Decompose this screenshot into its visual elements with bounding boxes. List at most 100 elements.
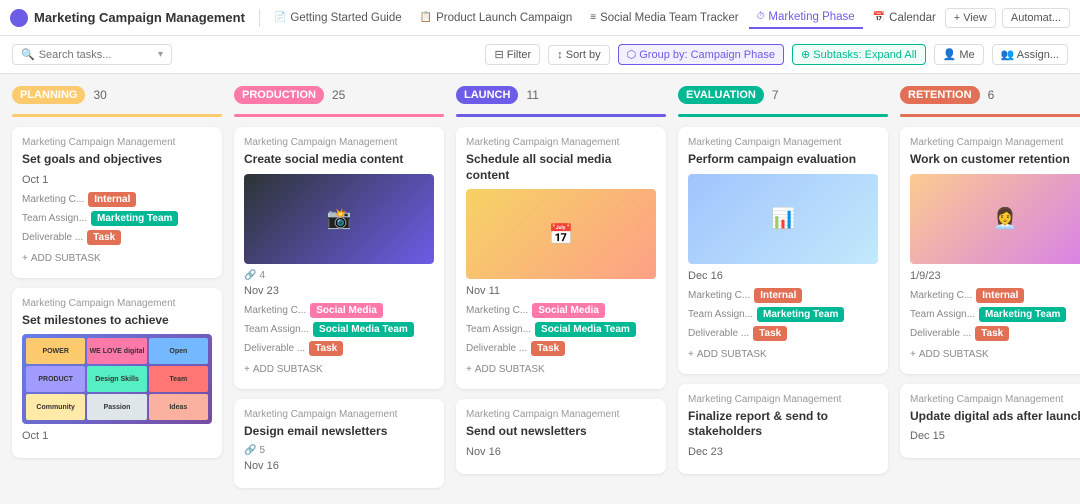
sort-button[interactable]: ↕ Sort by: [548, 45, 609, 65]
card-send-newsletters[interactable]: Marketing Campaign ManagementSend out ne…: [456, 399, 666, 474]
tab-icon-getting-started: 📄: [274, 12, 286, 23]
card-image-perform-eval: 📊: [688, 174, 878, 264]
card-date-send-newsletters: Nov 16: [466, 446, 656, 458]
tab-icon-marketing-phase: ⏱: [757, 11, 765, 22]
card-title-create-social: Create social media content: [244, 152, 434, 168]
tab-getting-started[interactable]: 📄Getting Started Guide: [266, 8, 410, 28]
col-count-production: 25: [332, 88, 345, 102]
col-count-planning: 30: [93, 88, 106, 102]
card-perform-eval[interactable]: Marketing Campaign ManagementPerform cam…: [678, 127, 888, 374]
card-label-mc: Marketing C...: [466, 305, 528, 316]
automations-button[interactable]: Automat...: [1002, 8, 1070, 28]
add-subtask-work-retention[interactable]: + ADD SUBTASK: [910, 345, 1080, 364]
card-tags-row2-set-goals: Team Assign... Marketing Team: [22, 211, 212, 226]
card-label-ta: Team Assign...: [244, 324, 309, 335]
top-bar-right: + View Automat...: [945, 8, 1070, 28]
plus-icon: +: [244, 364, 250, 375]
col-badge-launch: LAUNCH: [456, 86, 518, 104]
search-icon: 🔍: [21, 48, 35, 61]
card-tags-row1-schedule-all: Marketing C...Social Media: [466, 303, 656, 318]
group-by-button[interactable]: ⬡ Group by: Campaign Phase: [618, 44, 784, 65]
tab-social-media[interactable]: ≡ Social Media Team Tracker: [582, 8, 746, 28]
card-label-del: Deliverable ...: [466, 343, 527, 354]
add-subtask-perform-eval[interactable]: + ADD SUBTASK: [688, 345, 878, 364]
add-subtask-label: ADD SUBTASK: [919, 349, 989, 360]
card-set-milestones[interactable]: Marketing Campaign ManagementSet milesto…: [12, 288, 222, 459]
card-date-perform-eval: Dec 16: [688, 270, 878, 282]
tag-internal: Internal: [976, 288, 1024, 303]
card-label-ta: Team Assign...: [910, 309, 975, 320]
column-evaluation: EVALUATION 7 Marketing Campaign Manageme…: [678, 86, 888, 484]
plus-icon: +: [22, 253, 28, 264]
card-date-work-retention: 1/9/23: [910, 270, 1080, 282]
card-image-set-milestones: POWER WE LOVE digital Open PRODUCT Desig…: [22, 334, 212, 424]
col-header-planning: PLANNING 30: [12, 86, 222, 104]
card-title-perform-eval: Perform campaign evaluation: [688, 152, 878, 168]
view-button[interactable]: + View: [945, 8, 996, 28]
divider-1: [259, 9, 260, 27]
card-date-finalize-report: Dec 23: [688, 446, 878, 458]
card-tags-row1-create-social: Marketing C...Social Media: [244, 303, 434, 318]
tab-product-launch[interactable]: 📋Product Launch Campaign: [412, 8, 581, 28]
tab-icon-social-media: ≡: [590, 12, 596, 23]
subtask-icon: 🔗: [244, 270, 256, 281]
card-date-set-goals: Oct 1: [22, 174, 212, 186]
tab-icon-calendar: 📅: [873, 12, 885, 23]
search-input[interactable]: [39, 49, 154, 61]
filter-button[interactable]: ⊟ Filter: [485, 44, 540, 65]
card-tags-row3-create-social: Deliverable ...Task: [244, 341, 434, 356]
card-finalize-report[interactable]: Marketing Campaign ManagementFinalize re…: [678, 384, 888, 474]
col-badge-production: PRODUCTION: [234, 86, 324, 104]
search-box: 🔍 ▾: [12, 44, 172, 65]
plus-icon: +: [910, 349, 916, 360]
card-set-goals[interactable]: Marketing Campaign ManagementSet goals a…: [12, 127, 222, 278]
col-header-production: PRODUCTION 25: [234, 86, 444, 104]
col-line-planning: [12, 114, 222, 117]
card-create-social[interactable]: Marketing Campaign ManagementCreate soci…: [234, 127, 444, 389]
card-icon-item: 🔗4: [244, 270, 265, 281]
col-badge-retention: RETENTION: [900, 86, 980, 104]
card-schedule-all[interactable]: Marketing Campaign ManagementSchedule al…: [456, 127, 666, 389]
tag-task: Task: [531, 341, 565, 356]
card-date-update-digital: Dec 15: [910, 430, 1080, 442]
card-label-mc: Marketing C...: [244, 305, 306, 316]
card-label-ta: Team Assign...: [22, 213, 87, 224]
subtasks-button[interactable]: ⊕ Subtasks: Expand All: [792, 44, 926, 65]
tab-icon-product-launch: 📋: [420, 12, 432, 23]
tab-calendar[interactable]: 📅Calendar: [865, 8, 939, 28]
card-meta-finalize-report: Marketing Campaign Management: [688, 394, 878, 405]
card-icons-create-social: 🔗4: [244, 270, 434, 281]
card-label-mc: Marketing C...: [688, 290, 750, 301]
tag-task: Task: [87, 230, 121, 245]
card-update-digital[interactable]: Marketing Campaign ManagementUpdate digi…: [900, 384, 1080, 459]
me-button[interactable]: 👤 Me: [934, 44, 984, 65]
tab-marketing-phase[interactable]: ⏱Marketing Phase: [749, 7, 863, 29]
col-header-retention: RETENTION 6: [900, 86, 1080, 104]
add-subtask-schedule-all[interactable]: + ADD SUBTASK: [466, 360, 656, 379]
card-tags-row3-work-retention: Deliverable ...Task: [910, 326, 1080, 341]
card-tags-row3-set-goals: Deliverable ...Task: [22, 230, 212, 245]
card-tags-row1-perform-eval: Marketing C...Internal: [688, 288, 878, 303]
tag-marketing-team: Marketing Team: [91, 211, 178, 226]
assignee-button[interactable]: 👥 Assign...: [992, 44, 1068, 65]
card-design-email[interactable]: Marketing Campaign ManagementDesign emai…: [234, 399, 444, 489]
tag-marketing-team: Marketing Team: [757, 307, 844, 322]
add-subtask-create-social[interactable]: + ADD SUBTASK: [244, 360, 434, 379]
card-tags-row3-schedule-all: Deliverable ... Task: [466, 341, 656, 356]
top-bar: Marketing Campaign Management 📄Getting S…: [0, 0, 1080, 36]
add-subtask-set-goals[interactable]: + ADD SUBTASK: [22, 249, 212, 268]
column-launch: LAUNCH 11 Marketing Campaign ManagementS…: [456, 86, 666, 484]
col-badge-evaluation: EVALUATION: [678, 86, 764, 104]
tab-label-marketing-phase: Marketing Phase: [768, 11, 854, 23]
card-image-create-social: 📸: [244, 174, 434, 264]
card-meta-update-digital: Marketing Campaign Management: [910, 394, 1080, 405]
add-subtask-label: ADD SUBTASK: [697, 349, 767, 360]
tab-label-social-media: Social Media Team Tracker: [600, 12, 738, 24]
card-title-design-email: Design email newsletters: [244, 424, 434, 440]
card-label-ta: Team Assign...: [466, 324, 531, 335]
plus-icon: +: [466, 364, 472, 375]
card-work-retention[interactable]: Marketing Campaign ManagementWork on cus…: [900, 127, 1080, 374]
card-date-schedule-all: Nov 11: [466, 285, 656, 297]
card-date-create-social: Nov 23: [244, 285, 434, 297]
filter-bar: 🔍 ▾ ⊟ Filter ↕ Sort by ⬡ Group by: Campa…: [0, 36, 1080, 74]
